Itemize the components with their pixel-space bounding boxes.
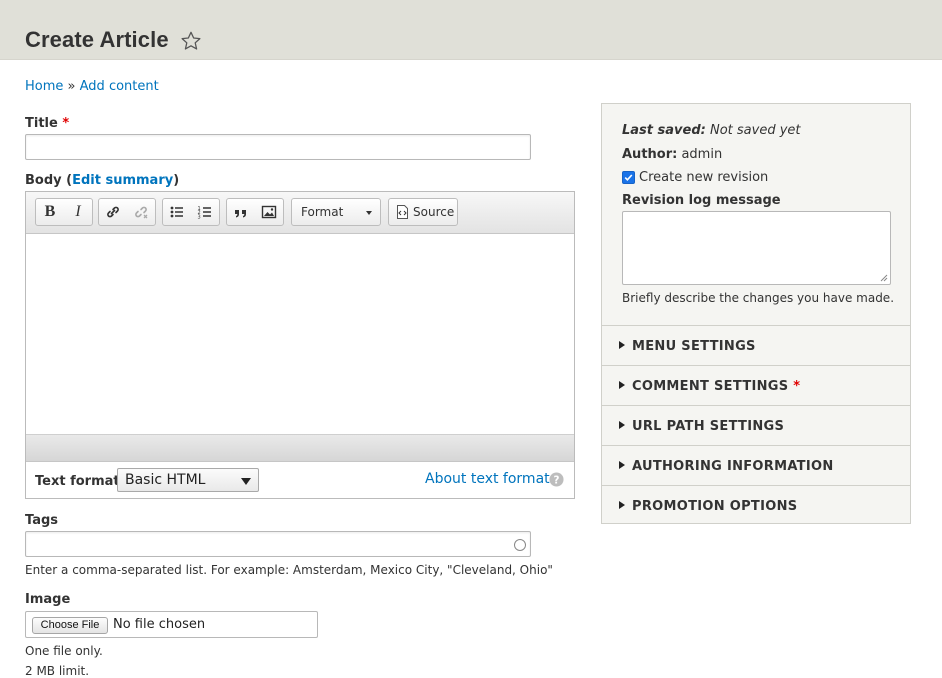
- source-button-label: Source: [413, 205, 455, 219]
- details-label-text: AUTHORING INFORMATION: [632, 459, 834, 474]
- no-file-chosen-text: No file chosen: [113, 617, 206, 632]
- blockquote-icon: [235, 210, 246, 218]
- format-dropdown[interactable]: Format: [291, 198, 381, 226]
- choose-file-button[interactable]: Choose File: [32, 617, 108, 634]
- details-promotion-options[interactable]: PROMOTION OPTIONS: [602, 485, 910, 525]
- last-saved-value: Not saved yet: [709, 123, 801, 138]
- bulleted-list-icon: [170, 206, 183, 218]
- chevron-down-icon: [366, 211, 372, 215]
- details-label: PROMOTION OPTIONS: [632, 499, 797, 514]
- link-button[interactable]: [99, 199, 127, 225]
- image-description-size: 2 MB limit.: [25, 664, 90, 678]
- triangle-right-icon: [619, 341, 625, 349]
- author-label: Author:: [622, 147, 678, 162]
- revision-log-textarea[interactable]: [622, 211, 891, 285]
- create-revision-label[interactable]: Create new revision: [639, 170, 768, 185]
- help-icon[interactable]: ?: [549, 472, 564, 487]
- unlink-button[interactable]: [127, 199, 155, 225]
- svg-text:?: ?: [554, 474, 560, 486]
- create-revision-checkbox[interactable]: [622, 171, 635, 184]
- details-url-path-settings[interactable]: URL PATH SETTINGS: [602, 405, 910, 445]
- about-text-formats-link[interactable]: About text formats: [425, 471, 557, 487]
- source-icon: [397, 205, 408, 219]
- star-icon[interactable]: [180, 30, 202, 52]
- bulleted-list-button[interactable]: [163, 199, 191, 225]
- details-label-text: MENU SETTINGS: [632, 339, 756, 354]
- image-label: Image: [25, 592, 71, 607]
- last-saved-label: Last saved:: [622, 123, 706, 138]
- breadcrumb-add-content-link[interactable]: Add content: [80, 79, 159, 94]
- checkmark-icon: [624, 174, 633, 181]
- editor-toolbar: B I 123 Format Source: [26, 192, 574, 234]
- breadcrumb-home-link[interactable]: Home: [25, 79, 63, 94]
- breadcrumb-separator: »: [67, 79, 76, 94]
- triangle-right-icon: [619, 421, 625, 429]
- toolbar-group-basic: B I: [35, 198, 93, 226]
- triangle-right-icon: [619, 381, 625, 389]
- details-comment-settings[interactable]: COMMENT SETTINGS *: [602, 365, 910, 405]
- text-format-select[interactable]: Basic HTML: [117, 468, 259, 492]
- details-label: COMMENT SETTINGS *: [632, 379, 800, 394]
- body-editor: B I 123 Format Source Text format Basic …: [25, 191, 575, 499]
- triangle-right-icon: [619, 501, 625, 509]
- text-format-value: Basic HTML: [125, 472, 206, 488]
- entity-meta-sidebar: Last saved: Not saved yet Author: admin …: [601, 103, 911, 524]
- details-authoring-information[interactable]: AUTHORING INFORMATION: [602, 445, 910, 485]
- revision-log-description: Briefly describe the changes you have ma…: [622, 291, 895, 305]
- image-description-count: One file only.: [25, 644, 103, 658]
- image-icon: [261, 205, 277, 219]
- svg-text:3: 3: [198, 215, 201, 221]
- autocomplete-icon: [514, 539, 526, 551]
- toolbar-group-lists: 123: [162, 198, 220, 226]
- image-button[interactable]: [255, 199, 283, 225]
- title-label-text: Title: [25, 116, 58, 131]
- blockquote-button[interactable]: [227, 199, 255, 225]
- details-label-text: COMMENT SETTINGS: [632, 379, 789, 394]
- tags-label: Tags: [25, 513, 59, 528]
- body-label-suffix: ): [173, 173, 180, 188]
- breadcrumb: Home » Add content: [25, 79, 159, 94]
- text-format-label: Text format: [35, 474, 120, 489]
- revision-log-label: Revision log message: [622, 193, 781, 208]
- required-marker: *: [62, 116, 70, 131]
- author-value: admin: [681, 147, 723, 162]
- resize-grip-icon[interactable]: [880, 274, 888, 282]
- link-icon: [107, 206, 119, 218]
- title-label: Title *: [25, 116, 69, 131]
- entity-meta-header: Last saved: Not saved yet Author: admin …: [602, 104, 910, 325]
- last-saved: Last saved: Not saved yet: [622, 123, 801, 138]
- format-dropdown-label: Format: [301, 205, 344, 219]
- details-label-text: URL PATH SETTINGS: [632, 419, 785, 434]
- image-file-input: Choose File No file chosen: [25, 611, 318, 638]
- text-format-row: Text format Basic HTML About text format…: [26, 462, 574, 498]
- details-menu-settings[interactable]: MENU SETTINGS: [602, 325, 910, 365]
- numbered-list-icon: 123: [198, 206, 211, 221]
- toolbar-group-media: [226, 198, 284, 226]
- details-label: MENU SETTINGS: [632, 339, 756, 354]
- page-header: Create Article: [0, 0, 942, 60]
- dropdown-arrow-icon: [241, 478, 251, 485]
- italic-button[interactable]: I: [64, 199, 92, 225]
- tags-input[interactable]: [25, 531, 531, 557]
- bold-button[interactable]: B: [36, 199, 64, 225]
- body-label: Body (Edit summary): [25, 173, 179, 188]
- edit-summary-link[interactable]: Edit summary: [72, 173, 173, 188]
- title-input[interactable]: [25, 134, 531, 160]
- body-editor-area[interactable]: [26, 234, 574, 434]
- numbered-list-button[interactable]: 123: [191, 199, 219, 225]
- source-button[interactable]: Source: [388, 198, 458, 226]
- triangle-right-icon: [619, 461, 625, 469]
- details-label: AUTHORING INFORMATION: [632, 459, 834, 474]
- unlink-icon: [135, 206, 148, 219]
- details-label-text: PROMOTION OPTIONS: [632, 499, 798, 514]
- body-label-prefix: Body (: [25, 173, 73, 188]
- author: Author: admin: [622, 147, 722, 162]
- details-label: URL PATH SETTINGS: [632, 419, 784, 434]
- editor-status-bar: [26, 434, 574, 462]
- required-marker: *: [793, 379, 801, 394]
- page-title: Create Article: [25, 27, 169, 52]
- tags-description: Enter a comma-separated list. For exampl…: [25, 563, 553, 577]
- toolbar-group-links: [98, 198, 156, 226]
